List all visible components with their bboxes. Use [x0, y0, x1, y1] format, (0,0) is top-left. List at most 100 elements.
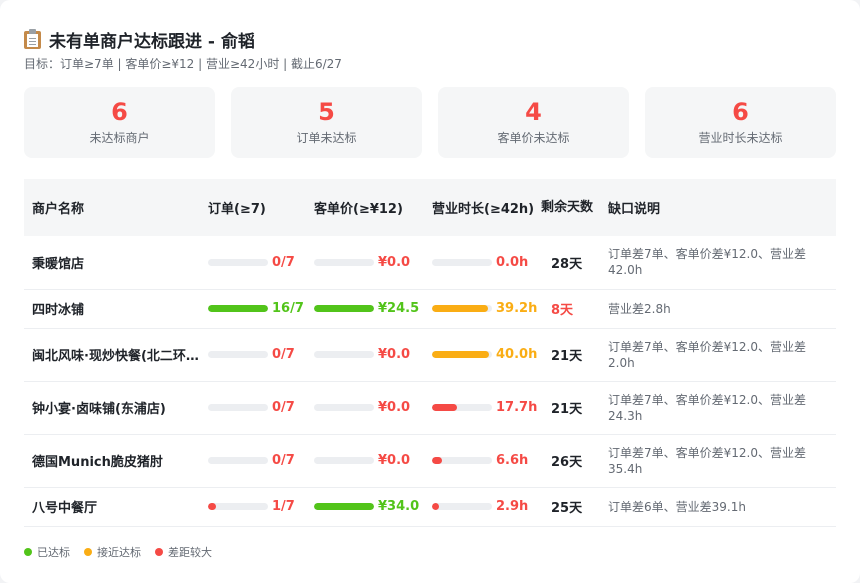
merchant-name: 德国Munich脆皮猪肘 [24, 434, 200, 488]
price-progress: ¥0.0 [314, 255, 424, 270]
gap-note: 营业差2.8h [600, 289, 836, 329]
hours-value: 6.6h [496, 453, 529, 468]
price-cell: ¥0.0 [306, 434, 424, 488]
progress-track [314, 351, 374, 358]
hours-value: 39.2h [496, 301, 538, 316]
remaining-days: 21天 [541, 328, 600, 382]
legend-label: 已达标 [37, 546, 70, 559]
header: 未有单商户达标跟进 - 俞韬 目标：订单≥7单 | 客单价≥¥12 | 营业≥4… [24, 27, 342, 72]
progress-track [432, 258, 492, 266]
stat-label: 营业时长未达标 [698, 131, 783, 145]
orders-cell: 16/7 [200, 289, 306, 329]
progress-fill [208, 305, 268, 312]
price-cell: ¥24.5 [306, 289, 424, 329]
progress-track [208, 305, 268, 312]
hours-cell: 40.0h [424, 328, 541, 382]
price-value: ¥0.0 [378, 254, 411, 270]
legend-item-near: 接近达标 [84, 544, 141, 560]
col-header-note: 缺口说明 [608, 202, 661, 217]
green-dot-icon [24, 548, 32, 556]
table-row: 八号中餐厅 1/7 ¥34.0 2.9h 25天 订单差6单、营业差39.1h [24, 487, 836, 527]
merchant-name: 四时冰铺 [24, 289, 200, 329]
hours-value: 40.0h [496, 347, 538, 362]
remaining-days: 26天 [541, 434, 600, 488]
price-value: ¥0.0 [378, 347, 411, 362]
price-cell: ¥0.0 [306, 236, 424, 290]
orders-cell: 0/7 [200, 328, 306, 382]
remaining-days: 25天 [541, 487, 600, 527]
progress-track [208, 503, 268, 510]
legend-item-far: 差距较大 [155, 544, 212, 560]
progress-track [314, 258, 374, 266]
hours-progress: 40.0h [432, 347, 541, 362]
col-header-name: 商户名称 [32, 202, 85, 217]
orders-progress: 0/7 [208, 453, 306, 468]
stat-label: 未达标商户 [89, 131, 150, 145]
orders-progress: 16/7 [208, 301, 306, 316]
stat-value: 6 [732, 98, 749, 126]
col-header-orders: 订单(≥7) [208, 202, 266, 217]
table-row: 四时冰铺 16/7 ¥24.5 39.2h 8天 营业差2.8h [24, 289, 836, 329]
hours-progress: 17.7h [432, 400, 541, 415]
progress-fill [432, 404, 458, 411]
orders-progress: 0/7 [208, 255, 306, 270]
orders-value: 0/7 [272, 347, 295, 362]
price-progress: ¥0.0 [314, 347, 424, 362]
price-value: ¥24.5 [378, 301, 420, 316]
progress-track [432, 457, 492, 464]
hours-cell: 6.6h [424, 434, 541, 488]
progress-track [432, 305, 492, 312]
table-header-row: 商户名称 订单(≥7) 客单价(≥¥12) 营业时长(≥42h) 剩余天数 缺口… [24, 179, 836, 236]
report-card: 未有单商户达标跟进 - 俞韬 目标：订单≥7单 | 客单价≥¥12 | 营业≥4… [0, 0, 860, 583]
legend-label: 差距较大 [168, 546, 212, 559]
gap-note: 订单差7单、客单价差¥12.0、营业差35.4h [600, 434, 836, 488]
legend: 已达标 接近达标 差距较大 [24, 544, 226, 560]
progress-fill [314, 305, 374, 312]
merchant-name: 闽北风味·现炒快餐(北二环店) [24, 328, 200, 382]
stat-card-unqualified: 6 未达标商户 [24, 87, 215, 158]
gap-note: 订单差6单、营业差39.1h [600, 487, 836, 527]
red-dot-icon [155, 548, 163, 556]
price-cell: ¥34.0 [306, 487, 424, 527]
progress-track [314, 457, 374, 464]
price-progress: ¥34.0 [314, 499, 424, 514]
table-row: 钟小宴·卤味铺(东浦店) 0/7 ¥0.0 17.7h 21天 订单差7单、客单… [24, 381, 836, 435]
progress-fill [432, 305, 488, 312]
merchant-name: 八号中餐厅 [24, 487, 200, 527]
legend-label: 接近达标 [97, 546, 141, 559]
gap-note: 订单差7单、客单价差¥12.0、营业差2.0h [600, 328, 836, 382]
price-cell: ¥0.0 [306, 381, 424, 435]
progress-track [208, 258, 268, 266]
progress-fill [432, 503, 440, 510]
orders-cell: 0/7 [200, 434, 306, 488]
yellow-dot-icon [84, 548, 92, 556]
hours-cell: 0.0h [424, 236, 541, 290]
hours-progress: 6.6h [432, 453, 541, 468]
hours-value: 17.7h [496, 400, 538, 415]
col-header-hours: 营业时长(≥42h) [432, 202, 535, 217]
orders-cell: 1/7 [200, 487, 306, 527]
progress-track [208, 457, 268, 464]
legend-item-qualified: 已达标 [24, 544, 70, 560]
remaining-days: 21天 [541, 381, 600, 435]
remaining-days: 8天 [541, 289, 600, 329]
stat-card-hours: 6 营业时长未达标 [645, 87, 836, 158]
progress-track [432, 351, 492, 358]
hours-cell: 39.2h [424, 289, 541, 329]
stat-label: 客单价未达标 [497, 131, 570, 145]
price-progress: ¥0.0 [314, 400, 424, 415]
progress-track [208, 351, 268, 358]
progress-track [314, 404, 374, 411]
progress-track [314, 503, 374, 510]
hours-value: 2.9h [496, 499, 529, 514]
target-subtitle: 目标：订单≥7单 | 客单价≥¥12 | 营业≥42小时 | 截止6/27 [24, 57, 342, 71]
hours-cell: 17.7h [424, 381, 541, 435]
stat-value: 4 [525, 98, 542, 126]
progress-track [432, 404, 492, 411]
orders-progress: 1/7 [208, 499, 306, 514]
summary-stats: 6 未达标商户 5 订单未达标 4 客单价未达标 6 营业时长未达标 [24, 87, 836, 158]
orders-value: 16/7 [272, 301, 304, 316]
page-title: 未有单商户达标跟进 - 俞韬 [24, 27, 342, 52]
stat-value: 5 [318, 98, 335, 126]
progress-fill [432, 351, 489, 358]
